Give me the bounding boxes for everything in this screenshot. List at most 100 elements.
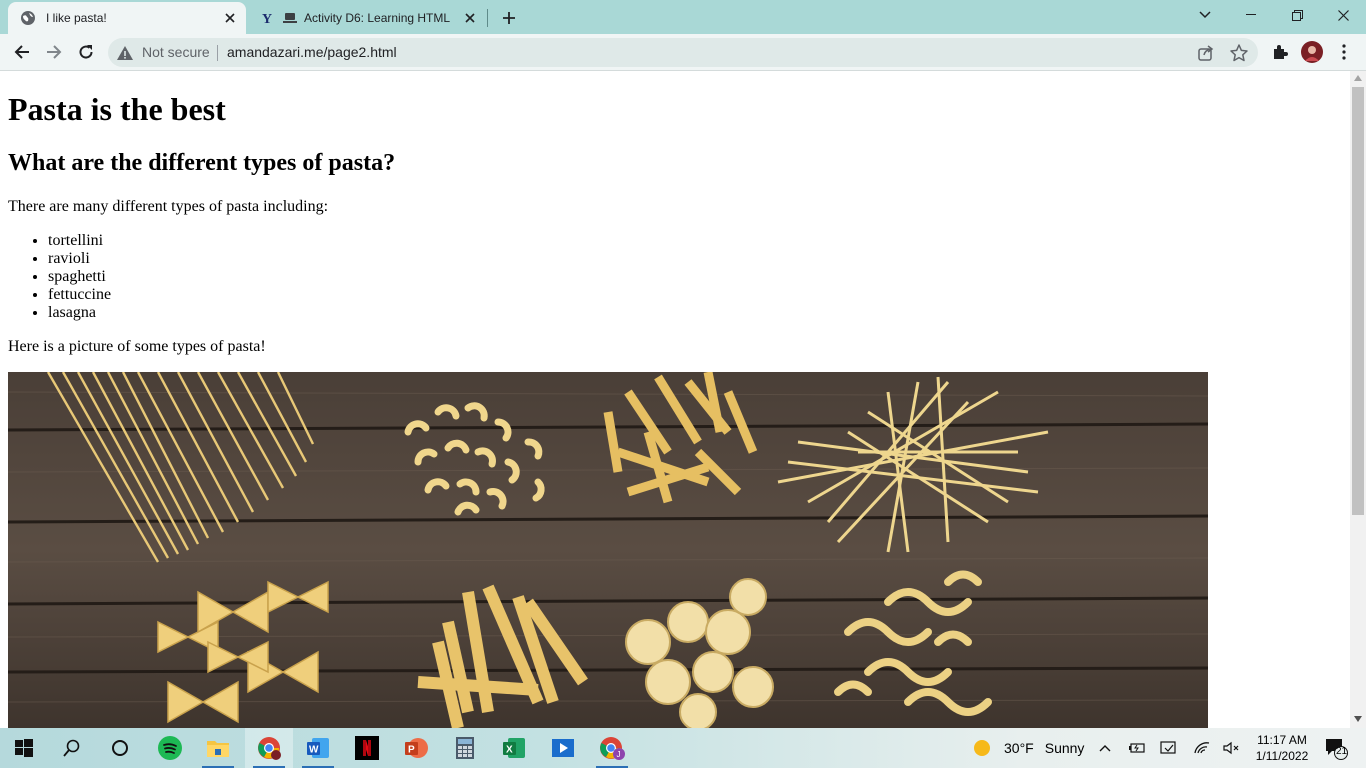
netflix-button[interactable] (343, 728, 391, 768)
file-explorer-icon (207, 741, 229, 757)
list-item: fettuccine (48, 286, 111, 304)
screen-icon (1160, 741, 1176, 754)
reload-button[interactable] (72, 38, 100, 66)
tab-divider (487, 9, 488, 27)
tab-title: I like pasta! (46, 11, 107, 25)
warning-icon[interactable] (116, 44, 134, 62)
back-button[interactable] (8, 38, 36, 66)
scroll-down-icon[interactable] (1354, 716, 1362, 722)
puzzle-icon (1274, 45, 1288, 59)
calculator-icon (456, 737, 474, 759)
search-button[interactable] (48, 728, 96, 768)
spotify-button[interactable] (146, 728, 194, 768)
web-page: Pasta is the best What are the different… (0, 71, 1350, 728)
battery-button[interactable] (1126, 728, 1148, 768)
svg-text:Y: Y (262, 12, 272, 25)
weather-widget[interactable]: 30°F Sunny (972, 728, 1090, 768)
back-arrow-icon (14, 45, 29, 59)
tab-search-icon[interactable] (1182, 0, 1228, 30)
clock-time: 11:17 AM (1257, 733, 1307, 747)
forward-button[interactable] (40, 38, 68, 66)
restore-icon[interactable] (1274, 0, 1320, 30)
scroll-up-icon[interactable] (1354, 75, 1362, 81)
wifi-icon (1194, 742, 1210, 754)
scrollbar-thumb[interactable] (1352, 87, 1364, 515)
sun-icon (974, 740, 990, 756)
clock[interactable]: 11:17 AM 1/11/2022 (1250, 728, 1314, 768)
chrome-menu-button[interactable] (1330, 38, 1358, 66)
list-item: lasagna (48, 304, 111, 322)
excel-button[interactable]: X (490, 728, 538, 768)
clock-date: 1/11/2022 (1255, 749, 1309, 763)
search-icon (63, 739, 80, 757)
close-tab-icon[interactable] (462, 10, 478, 26)
tab-strip: I like pasta! Y Activity D6: Learning HT… (0, 0, 1366, 34)
laptop-icon (282, 10, 298, 26)
page-scrollbar[interactable] (1350, 71, 1366, 728)
minimize-icon[interactable] (1228, 0, 1274, 30)
windows-taskbar: W P X J 30°F Sunny 11:17 AM 1/11/2022 21 (0, 728, 1366, 768)
file-explorer-button[interactable] (194, 728, 242, 768)
address-bar[interactable]: Not secure amandazari.me/page2.html (108, 38, 1258, 67)
tab-title: Activity D6: Learning HTML (304, 11, 451, 25)
pasta-list: tortellini ravioli spaghetti fettuccine … (8, 232, 111, 322)
list-item: tortellini (48, 232, 111, 250)
reload-icon (79, 45, 93, 59)
battery-icon (1129, 743, 1145, 753)
chevron-up-icon (1099, 745, 1111, 752)
pasta-photo (8, 372, 1208, 728)
powerpoint-icon: P (405, 738, 428, 758)
page-heading: Pasta is the best (8, 91, 226, 127)
calculator-button[interactable] (441, 728, 489, 768)
tab-activity-d6[interactable]: Y Activity D6: Learning HTML (250, 2, 486, 34)
picture-caption: Here is a picture of some types of pasta… (8, 338, 266, 355)
url-text[interactable]: amandazari.me/page2.html (227, 44, 397, 60)
close-window-icon[interactable] (1320, 0, 1366, 30)
close-tab-icon[interactable] (222, 10, 238, 26)
notifications-button[interactable]: 21 (1320, 728, 1352, 768)
video-player-button[interactable] (539, 728, 587, 768)
meet-now-button[interactable] (1158, 728, 1180, 768)
powerpoint-button[interactable]: P (392, 728, 440, 768)
avatar-icon (1301, 41, 1323, 63)
wifi-button[interactable] (1191, 728, 1213, 768)
intro-text: There are many different types of pasta … (8, 198, 329, 215)
svg-text:P: P (408, 745, 415, 756)
netflix-icon (355, 736, 379, 760)
kebab-menu-icon (1342, 44, 1346, 60)
chrome-profile-button[interactable]: J (588, 728, 636, 768)
show-hidden-icons-button[interactable] (1094, 728, 1116, 768)
svg-text:J: J (617, 750, 621, 759)
forward-arrow-icon (47, 45, 62, 59)
word-button[interactable]: W (294, 728, 342, 768)
bookmark-star-icon[interactable] (1229, 43, 1249, 63)
address-divider (217, 45, 218, 61)
chrome-icon (258, 737, 281, 760)
windows-start-icon (15, 739, 33, 757)
cortana-icon (112, 740, 128, 756)
extensions-button[interactable] (1266, 38, 1294, 66)
weather-condition: Sunny (1044, 740, 1085, 756)
list-item: ravioli (48, 250, 111, 268)
svg-text:W: W (309, 745, 319, 756)
cortana-button[interactable] (96, 728, 144, 768)
start-button[interactable] (0, 728, 48, 768)
y-logo-icon: Y (260, 10, 276, 26)
security-label[interactable]: Not secure (142, 44, 210, 60)
share-icon[interactable] (1196, 43, 1216, 63)
spotify-icon (158, 736, 182, 760)
word-icon: W (307, 738, 329, 758)
new-tab-button[interactable] (497, 6, 521, 30)
svg-text:X: X (506, 745, 513, 756)
chrome-button[interactable] (245, 728, 293, 768)
notification-count: 21 (1336, 746, 1348, 757)
volume-button[interactable] (1221, 728, 1243, 768)
profile-avatar[interactable] (1298, 38, 1326, 66)
page-subheading: What are the different types of pasta? (8, 150, 396, 176)
globe-icon (20, 10, 36, 26)
video-player-icon (552, 739, 574, 757)
excel-icon: X (503, 738, 525, 758)
tab-i-like-pasta[interactable]: I like pasta! (8, 2, 246, 34)
chrome-profile-icon: J (600, 737, 625, 760)
browser-toolbar: Not secure amandazari.me/page2.html (0, 34, 1366, 71)
